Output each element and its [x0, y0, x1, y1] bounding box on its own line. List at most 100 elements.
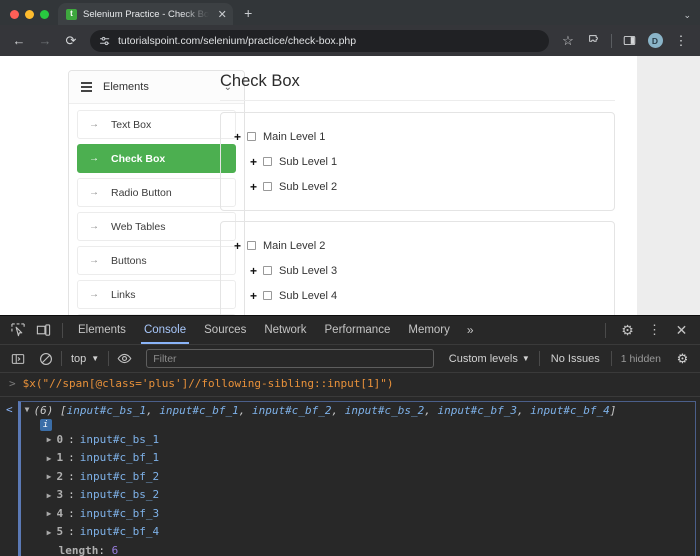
reload-icon[interactable]: ⟳ — [59, 29, 83, 53]
sidebar-item-label: Radio Button — [111, 187, 172, 199]
expand-triangle-icon[interactable]: ▶ — [47, 490, 52, 502]
side-panel-icon[interactable] — [617, 29, 641, 53]
expand-triangle-icon[interactable]: ▶ — [47, 471, 52, 483]
tree-row[interactable]: + Sub Level 4 — [221, 283, 614, 308]
tree-checkbox[interactable] — [263, 182, 272, 191]
entry-index: 2 — [56, 469, 63, 486]
expand-triangle-icon[interactable]: ▶ — [47, 434, 52, 446]
expand-triangle-icon[interactable]: ▼ — [25, 404, 30, 417]
issues-button[interactable]: No Issues — [543, 353, 608, 365]
tab-elements[interactable]: Elements — [69, 316, 135, 344]
hamburger-icon — [81, 82, 92, 91]
tree-row[interactable]: + Main Level 2 — [221, 233, 614, 258]
plus-icon[interactable]: + — [234, 240, 241, 252]
console-filter-input[interactable]: Filter — [146, 349, 434, 368]
console-result-object[interactable]: ▼ (6) [input#c_bs_1, input#c_bf_1, input… — [18, 401, 696, 556]
array-entry-row[interactable]: ▶ 1: input#c_bf_1 — [21, 449, 695, 468]
tab-network[interactable]: Network — [255, 316, 315, 344]
minimize-window-button[interactable] — [25, 10, 34, 19]
array-entry-row[interactable]: ▶ 3: input#c_bs_2 — [21, 486, 695, 505]
browser-menu-icon[interactable]: ⋮ — [669, 29, 693, 53]
tree-row[interactable]: + Sub Level 1 — [221, 149, 614, 174]
address-bar[interactable]: tutorialspoint.com/selenium/practice/che… — [90, 30, 549, 52]
new-tab-button[interactable]: + — [237, 2, 259, 24]
inspect-element-icon[interactable] — [6, 319, 31, 342]
plus-icon[interactable]: + — [250, 290, 257, 302]
entry-value[interactable]: input#c_bs_2 — [80, 487, 159, 504]
forward-icon[interactable]: → — [33, 29, 57, 53]
expand-triangle-icon[interactable]: ▶ — [47, 527, 52, 539]
tree-row[interactable]: + Sub Level 3 — [221, 258, 614, 283]
browser-tab[interactable]: t Selenium Practice - Check Bo ✕ — [58, 3, 233, 25]
entry-value[interactable]: input#c_bf_1 — [80, 450, 159, 467]
arrow-right-icon: → — [89, 153, 99, 164]
tree-checkbox[interactable] — [263, 291, 272, 300]
expand-triangle-icon[interactable]: ▶ — [47, 453, 52, 465]
settings-gear-icon[interactable]: ⚙ — [615, 319, 640, 342]
maximize-window-button[interactable] — [40, 10, 49, 19]
devtools-menu-icon[interactable]: ⋮ — [642, 319, 667, 342]
elements-accordion-label: Elements — [103, 81, 213, 93]
entry-value[interactable]: input#c_bs_1 — [80, 432, 159, 449]
tree-row[interactable]: + Sub Level 2 — [221, 174, 614, 199]
sidebar-item-label: Buttons — [111, 255, 147, 267]
back-icon[interactable]: ← — [7, 29, 31, 53]
array-length-row: length: 6 — [21, 542, 695, 556]
chevron-down-icon[interactable]: ⌄ — [683, 10, 691, 21]
extensions-puzzle-icon[interactable] — [582, 29, 606, 53]
avatar-initial: D — [648, 33, 663, 48]
tree-checkbox[interactable] — [247, 132, 256, 141]
arrow-right-icon: → — [89, 255, 99, 266]
execution-context-select[interactable]: top ▼ — [65, 349, 105, 369]
page-main: Check Box + Main Level 1 + Sub Level 1 + — [210, 56, 637, 315]
close-tab-icon[interactable]: ✕ — [215, 7, 229, 21]
tree-checkbox[interactable] — [247, 241, 256, 250]
console-settings-gear-icon[interactable]: ⚙ — [670, 347, 695, 370]
array-item-0: input#c_bs_1 — [67, 404, 146, 417]
console-sidebar-icon[interactable] — [5, 347, 30, 370]
entry-value[interactable]: input#c_bf_2 — [80, 469, 159, 486]
device-toolbar-icon[interactable] — [31, 319, 56, 342]
array-item-4: input#c_bf_3 — [438, 404, 517, 417]
array-entry-row[interactable]: ▶ 0: input#c_bs_1 — [21, 431, 695, 450]
tab-memory[interactable]: Memory — [399, 316, 459, 344]
devtools-tab-bar: Elements Console Sources Network Perform… — [0, 316, 700, 345]
console-output[interactable]: > $x("//span[@class='plus']//following-s… — [0, 374, 700, 556]
length-value: 6 — [112, 544, 119, 556]
tree-checkbox[interactable] — [263, 266, 272, 275]
live-expression-eye-icon[interactable] — [112, 347, 137, 370]
log-levels-select[interactable]: Custom levels ▼ — [443, 353, 536, 365]
array-count: (6) — [33, 404, 53, 417]
tree-row-label: Sub Level 2 — [279, 181, 337, 193]
page-title: Check Box — [220, 72, 615, 101]
info-icon[interactable]: i — [40, 419, 52, 431]
entry-index: 1 — [56, 450, 63, 467]
plus-icon[interactable]: + — [250, 265, 257, 277]
tree-checkbox[interactable] — [263, 157, 272, 166]
clear-console-icon[interactable] — [33, 347, 58, 370]
url-text: tutorialspoint.com/selenium/practice/che… — [118, 35, 356, 47]
entry-value[interactable]: input#c_bf_3 — [80, 506, 159, 523]
expand-triangle-icon[interactable]: ▶ — [47, 508, 52, 520]
array-entry-row[interactable]: ▶ 4: input#c_bf_3 — [21, 505, 695, 524]
array-item-text: input#c_bf_2 — [252, 404, 331, 417]
tree-row[interactable]: + Main Level 1 — [221, 124, 614, 149]
plus-icon[interactable]: + — [250, 181, 257, 193]
array-entry-row[interactable]: ▶ 2: input#c_bf_2 — [21, 468, 695, 487]
tab-sources[interactable]: Sources — [195, 316, 255, 344]
more-tabs-icon[interactable]: » — [459, 323, 482, 337]
plus-icon[interactable]: + — [250, 156, 257, 168]
toolbar-divider — [61, 351, 62, 366]
chevron-down-icon: ▼ — [91, 354, 99, 363]
hidden-messages-count[interactable]: 1 hidden — [615, 353, 667, 365]
tab-performance[interactable]: Performance — [316, 316, 400, 344]
site-settings-icon[interactable] — [99, 35, 111, 47]
plus-icon[interactable]: + — [234, 131, 241, 143]
close-devtools-icon[interactable]: ✕ — [669, 319, 694, 342]
close-window-button[interactable] — [10, 10, 19, 19]
tab-console[interactable]: Console — [135, 316, 195, 344]
entry-value[interactable]: input#c_bf_4 — [80, 524, 159, 541]
array-entry-row[interactable]: ▶ 5: input#c_bf_4 — [21, 523, 695, 542]
profile-avatar[interactable]: D — [643, 29, 667, 53]
bookmark-star-icon[interactable]: ☆ — [556, 29, 580, 53]
